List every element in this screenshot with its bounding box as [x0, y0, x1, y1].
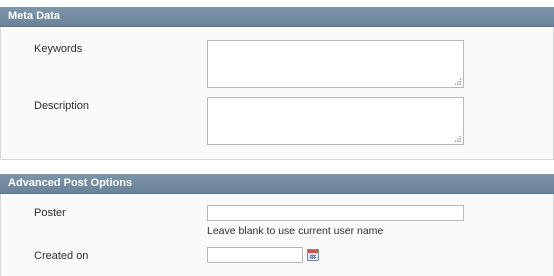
calendar-icon[interactable]	[307, 249, 319, 261]
advanced-post-options-header: Advanced Post Options	[0, 174, 554, 194]
created-on-label: Created on	[34, 250, 89, 262]
created-on-input[interactable]	[207, 247, 303, 263]
description-label: Description	[34, 100, 90, 112]
edit-form: Meta Data Keywords Description Advanced …	[0, 0, 554, 276]
resize-grip-icon[interactable]	[454, 78, 461, 85]
meta-data-section-header: Meta Data	[0, 7, 554, 27]
keywords-textarea[interactable]	[207, 40, 464, 88]
poster-label: Poster	[34, 207, 66, 219]
keywords-label: Keywords	[34, 43, 83, 55]
poster-input[interactable]	[207, 205, 464, 221]
resize-grip-icon[interactable]	[454, 135, 461, 142]
poster-help-text: Leave blank to use current user name	[207, 225, 384, 237]
description-textarea[interactable]	[207, 97, 464, 145]
